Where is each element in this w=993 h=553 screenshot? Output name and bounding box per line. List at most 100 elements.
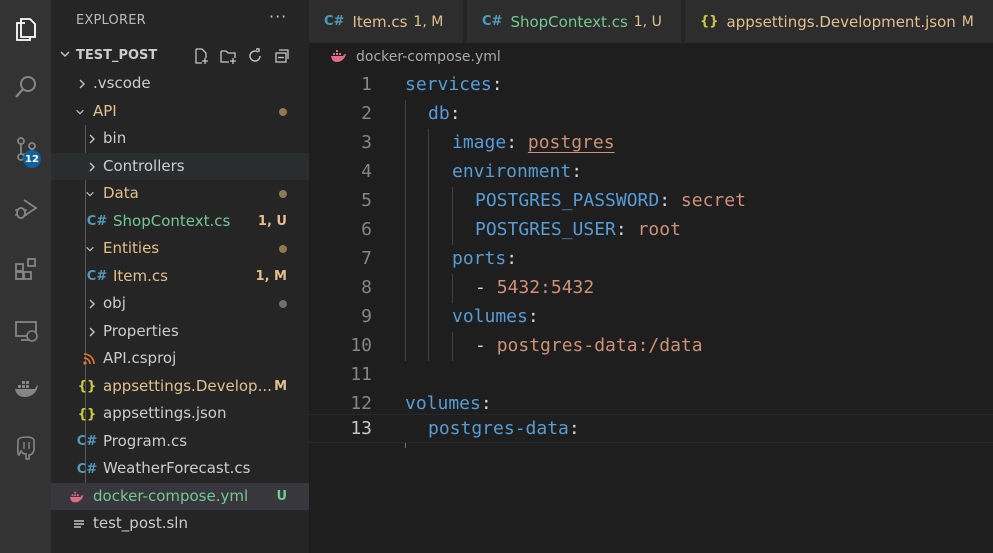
breadcrumb-file[interactable]: docker-compose.yml [356,49,501,65]
more-actions-icon[interactable]: ··· [269,7,287,26]
tree-item-label: WeatherForecast.cs [103,459,251,477]
code-line-current: 13 postgres-data: [309,414,993,443]
git-status: M [274,378,287,394]
remote-explorer-icon[interactable] [0,305,51,355]
yaml-key: ports [452,248,507,269]
line-number: 10 [350,335,372,356]
tree-item-shopcontext[interactable]: C# ShopContext.cs 1, U [51,208,309,236]
tree-item-appsettings-dev[interactable]: {} appsettings.Develop... M [51,373,309,401]
code-line: 4 environment: [309,158,993,187]
tree-item-item-cs[interactable]: C# Item.cs 1, M [51,263,309,291]
modified-dot [279,107,287,116]
explorer-sidebar: EXPLORER ··· TEST_POST .vscode API bin C… [51,0,309,553]
tree-item-csproj[interactable]: API.csproj [51,345,309,373]
tree-item-controllers[interactable]: Controllers [51,152,309,180]
explorer-title: EXPLORER [76,13,146,28]
tree-item-docker-compose[interactable]: docker-compose.yml U [51,482,309,510]
line-number: 9 [361,306,372,327]
tab-shopcontext[interactable]: C# ShopContext.cs 1, U [467,0,681,43]
code-text: POSTGRES_USER: root [475,219,681,240]
tab-item-cs[interactable]: C# Item.cs 1, M [309,0,463,43]
yaml-key: POSTGRES_PASSWORD [475,190,660,211]
yaml-colon: : [568,418,580,439]
chevron-down-icon [86,246,94,252]
code-line: 6 POSTGRES_USER: root [309,216,993,245]
tree-item-label: API [93,101,117,120]
yaml-value: secret [680,190,746,211]
tree-item-data[interactable]: Data [51,180,309,208]
tree-item-label: Item.cs [113,266,168,285]
tree-item-label: Properties [103,321,179,340]
code-text: image: postgres [452,132,615,153]
code-text: db: [428,103,461,124]
vscode-window: 12 EXPLORER ··· TEST_POST .vscode API bi… [0,0,993,553]
yaml-value: postgres-data:/data [496,335,703,356]
tree-item-api[interactable]: API [51,98,309,126]
yaml-dash: - [475,335,497,356]
source-control-icon[interactable] [0,124,51,174]
tree-item-label: obj [103,294,126,312]
tree-item-label: appsettings.Develop... [103,376,272,395]
postgres-icon[interactable] [0,422,51,472]
collapse-all-icon[interactable] [272,47,292,65]
files-icon[interactable] [0,4,51,54]
line-number: 8 [361,277,372,298]
rss-icon [81,351,97,367]
refresh-icon[interactable] [245,47,265,65]
tree-item-label: Program.cs [103,431,188,450]
tree-item-obj[interactable]: obj [51,290,309,318]
tree-item-entities[interactable]: Entities [51,235,309,263]
ignored-dot [279,300,287,308]
code-line: 1 services: [309,71,993,100]
docker-icon[interactable] [0,364,51,414]
tab-status: M [961,13,974,30]
tree-item-label: docker-compose.yml [93,486,249,505]
tree-item-sln[interactable]: test_post.sln [51,510,309,538]
tab-status: 1, U [633,13,662,30]
chevron-down-icon [60,51,70,58]
docker-file-icon [69,489,85,505]
new-folder-icon[interactable] [218,47,238,65]
tree-item-appsettings[interactable]: {} appsettings.json [51,400,309,428]
tree-item-properties[interactable]: Properties [51,318,309,346]
project-header[interactable]: TEST_POST [51,43,309,69]
chevron-right-icon [89,134,95,144]
tab-appsettings-dev[interactable]: {} appsettings.Development.json M [685,0,993,43]
line-number: 2 [361,103,372,124]
code-line: 9 volumes: [309,303,993,332]
code-text: ports: [452,248,517,269]
line-number: 3 [361,132,372,153]
code-editor[interactable]: 1 services: 2 db: 3 image: postgres 4 en… [309,71,993,553]
code-text: services: [405,74,503,95]
yaml-key: environment [452,161,572,182]
git-status: 1, M [255,268,287,284]
run-debug-icon[interactable] [0,183,51,233]
line-number: 6 [361,219,372,240]
project-name: TEST_POST [76,48,158,63]
yaml-key: db [428,103,450,124]
yaml-key: services [405,74,492,95]
code-line: 2 db: [309,100,993,129]
code-text: volumes: [405,393,492,414]
line-number: 5 [361,190,372,211]
yaml-colon: : [527,306,539,327]
extensions-icon[interactable] [0,244,51,294]
tree-item-vscode[interactable]: .vscode [51,70,309,98]
activity-bar: 12 [0,0,51,553]
code-line: 7 ports: [309,245,993,274]
csharp-file-icon: C# [76,434,98,449]
new-file-icon[interactable] [191,47,211,65]
tree-item-label: .vscode [93,74,151,92]
yaml-colon: : [491,74,503,95]
tree-item-program[interactable]: C# Program.cs [51,428,309,456]
yaml-value: root [637,219,681,240]
tree-item-label: Data [103,184,139,202]
search-icon[interactable] [0,62,51,112]
git-status: U [276,488,287,504]
chevron-right-icon [79,79,85,89]
tree-item-bin[interactable]: bin [51,125,309,153]
chevron-down-icon [76,109,84,114]
tab-label: appsettings.Development.json [726,12,956,31]
tree-item-weatherforecast[interactable]: C# WeatherForecast.cs [51,455,309,483]
csharp-file-icon: C# [76,461,98,477]
